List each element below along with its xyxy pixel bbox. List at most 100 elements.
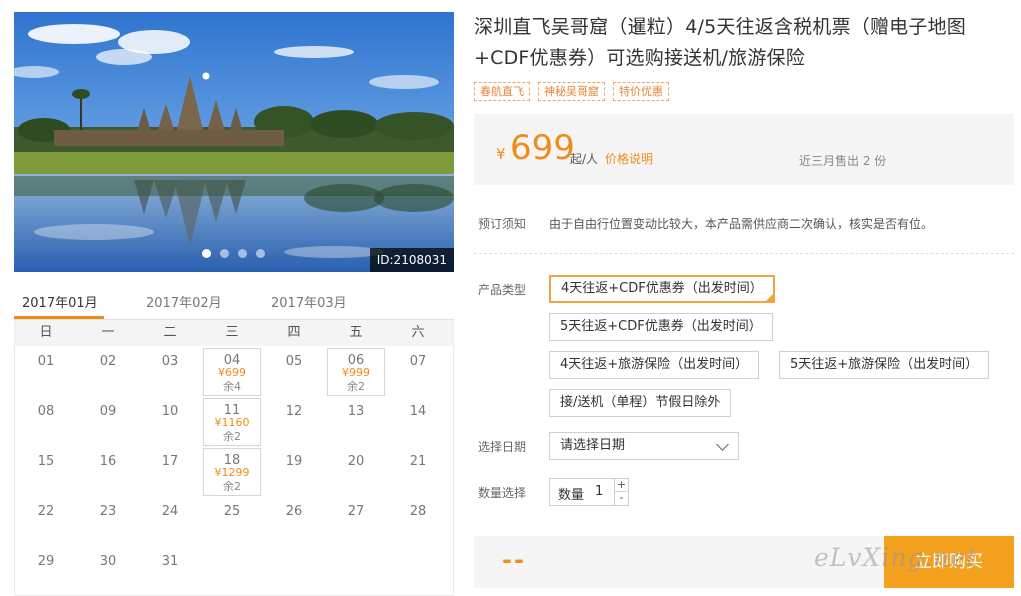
calendar-day-number: 09 xyxy=(99,404,117,419)
calendar-day-available[interactable]: 04 ¥699 余4 xyxy=(203,348,261,396)
calendar-day-number: 08 xyxy=(37,404,55,419)
carousel-dot[interactable] xyxy=(220,249,229,258)
total-price: -- xyxy=(502,546,526,574)
calendar-day-remaining: 余2 xyxy=(347,380,365,393)
product-id-badge: ID:2108031 xyxy=(369,248,454,272)
calendar-day-number: 17 xyxy=(161,454,179,469)
sold-count: 近三月售出 2 份 xyxy=(799,154,887,168)
price-explanation-link[interactable]: 价格说明 xyxy=(605,150,653,167)
calendar-week-row: 15 16 17 18 ¥1299 余2 19 20 21 xyxy=(15,446,453,496)
carousel-dot[interactable] xyxy=(238,249,247,258)
chevron-down-icon xyxy=(716,438,729,451)
calendar-day-remaining: 余2 xyxy=(223,430,241,443)
divider xyxy=(474,253,1014,254)
calendar-day-number: 30 xyxy=(99,554,117,569)
quantity-inner-label: 数量 xyxy=(558,488,585,503)
quantity-label: 数量选择 xyxy=(478,486,527,500)
calendar-day-number: 25 xyxy=(223,504,241,519)
calendar-day-number: 01 xyxy=(37,354,55,369)
product-option-4day-cdf[interactable]: 4天往返+CDF优惠券（出发时间） xyxy=(549,275,775,303)
calendar-day-number: 21 xyxy=(409,454,427,469)
month-tabs: 2017年01月 2017年02月 2017年03月 xyxy=(14,286,454,320)
calendar-day-number: 05 xyxy=(285,354,303,369)
product-tag: 春航直飞 xyxy=(474,82,530,101)
calendar-day: 22 xyxy=(15,496,77,546)
calendar-day: 20 xyxy=(325,446,387,496)
calendar-week-row: 01 02 03 04 ¥699 余4 05 06 ¥999 余2 07 xyxy=(15,346,453,396)
price-amount: 699 xyxy=(510,128,575,168)
carousel-dot[interactable] xyxy=(256,249,265,258)
carousel-dots[interactable] xyxy=(202,249,265,258)
tab-month-1[interactable]: 2017年01月 xyxy=(22,292,98,311)
calendar-day-number: 14 xyxy=(409,404,427,419)
product-tag: 神秘吴哥窟 xyxy=(538,82,605,101)
calendar-day: 07 xyxy=(387,346,449,396)
calendar-day-number: 26 xyxy=(285,504,303,519)
calendar-day: 01 xyxy=(15,346,77,396)
calendar-day: 19 xyxy=(263,446,325,496)
calendar-day-number: 29 xyxy=(37,554,55,569)
calendar-day: 05 xyxy=(263,346,325,396)
calendar-day: 03 xyxy=(139,346,201,396)
weekday-label: 六 xyxy=(411,325,425,340)
product-tags: 春航直飞 神秘吴哥窟 特价优惠 xyxy=(474,82,669,101)
calendar-day-number: 07 xyxy=(409,354,427,369)
price-calendar: 日 一 二 三 四 五 六 01 02 03 04 ¥699 余4 05 06 ¥999 余2 07… xyxy=(14,320,454,596)
calendar-day: 13 xyxy=(325,396,387,446)
product-option-5day-insurance[interactable]: 5天往返+旅游保险（出发时间） xyxy=(779,351,990,379)
calendar-week-row: 08 09 10 11 ¥1160 余2 12 13 14 xyxy=(15,396,453,446)
calendar-day: 27 xyxy=(325,496,387,546)
product-option-5day-cdf[interactable]: 5天往返+CDF优惠券（出发时间） xyxy=(549,313,773,341)
calendar-day: 08 xyxy=(15,396,77,446)
calendar-day: 30 xyxy=(77,546,139,596)
calendar-day: 31 xyxy=(139,546,201,596)
calendar-day-number: 10 xyxy=(161,404,179,419)
calendar-day: 17 xyxy=(139,446,201,496)
product-photo[interactable]: ID:2108031 xyxy=(14,12,454,272)
price-panel: ¥ 699 起/人 价格说明 近三月售出 2 份 xyxy=(474,114,1014,185)
weekday-label: 日 xyxy=(39,325,53,340)
calendar-day-available[interactable]: 18 ¥1299 余2 xyxy=(203,448,261,496)
calendar-day-number: 23 xyxy=(99,504,117,519)
quantity-minus-button[interactable]: - xyxy=(614,492,628,505)
date-select-value: 请选择日期 xyxy=(560,438,626,453)
calendar-day: 16 xyxy=(77,446,139,496)
calendar-day-remaining: 余4 xyxy=(223,380,241,393)
tab-month-3[interactable]: 2017年03月 xyxy=(271,292,347,311)
weekday-label: 二 xyxy=(163,325,177,340)
weekday-label: 四 xyxy=(287,325,301,340)
notice-text: 由于自由行位置变动比较大，本产品需供应商二次确认，核实是否有位。 xyxy=(549,217,934,231)
calendar-day: 26 xyxy=(263,496,325,546)
calendar-day-available[interactable]: 06 ¥999 余2 xyxy=(327,348,385,396)
calendar-day-number: 12 xyxy=(285,404,303,419)
active-tab-indicator xyxy=(14,316,104,319)
product-tag: 特价优惠 xyxy=(613,82,669,101)
angkor-wat-image xyxy=(14,12,454,272)
calendar-day-number: 03 xyxy=(161,354,179,369)
tab-month-2[interactable]: 2017年02月 xyxy=(146,292,222,311)
calendar-day-number: 28 xyxy=(409,504,427,519)
price-unit: 起/人 xyxy=(570,152,599,166)
calendar-weekday-header: 日 一 二 三 四 五 六 xyxy=(15,320,453,346)
carousel-dot[interactable] xyxy=(202,249,211,258)
calendar-day: 24 xyxy=(139,496,201,546)
calendar-day-number: 27 xyxy=(347,504,365,519)
weekday-label: 三 xyxy=(225,325,239,340)
calendar-day-remaining: 余2 xyxy=(223,480,241,493)
product-option-4day-insurance[interactable]: 4天往返+旅游保险（出发时间） xyxy=(549,351,760,379)
calendar-grid: 01 02 03 04 ¥699 余4 05 06 ¥999 余2 07 08 09 10 11 ¥1160 余… xyxy=(15,346,453,596)
calendar-day-number: 02 xyxy=(99,354,117,369)
quantity-value[interactable]: 1 xyxy=(595,484,603,499)
quantity-stepper: 数量 1 + - xyxy=(549,478,629,506)
calendar-week-row: 22 23 24 25 26 27 28 xyxy=(15,496,453,546)
calendar-day-number: 16 xyxy=(99,454,117,469)
calendar-day: 23 xyxy=(77,496,139,546)
calendar-week-row: 29 30 31 xyxy=(15,546,453,596)
calendar-day-available[interactable]: 11 ¥1160 余2 xyxy=(203,398,261,446)
notice-label: 预订须知 xyxy=(478,217,527,231)
calendar-day: 14 xyxy=(387,396,449,446)
date-select[interactable]: 请选择日期 xyxy=(549,432,739,460)
date-select-label: 选择日期 xyxy=(478,440,527,454)
calendar-day-number: 24 xyxy=(161,504,179,519)
product-option-transfer[interactable]: 接/送机（单程）节假日除外 xyxy=(549,389,732,417)
